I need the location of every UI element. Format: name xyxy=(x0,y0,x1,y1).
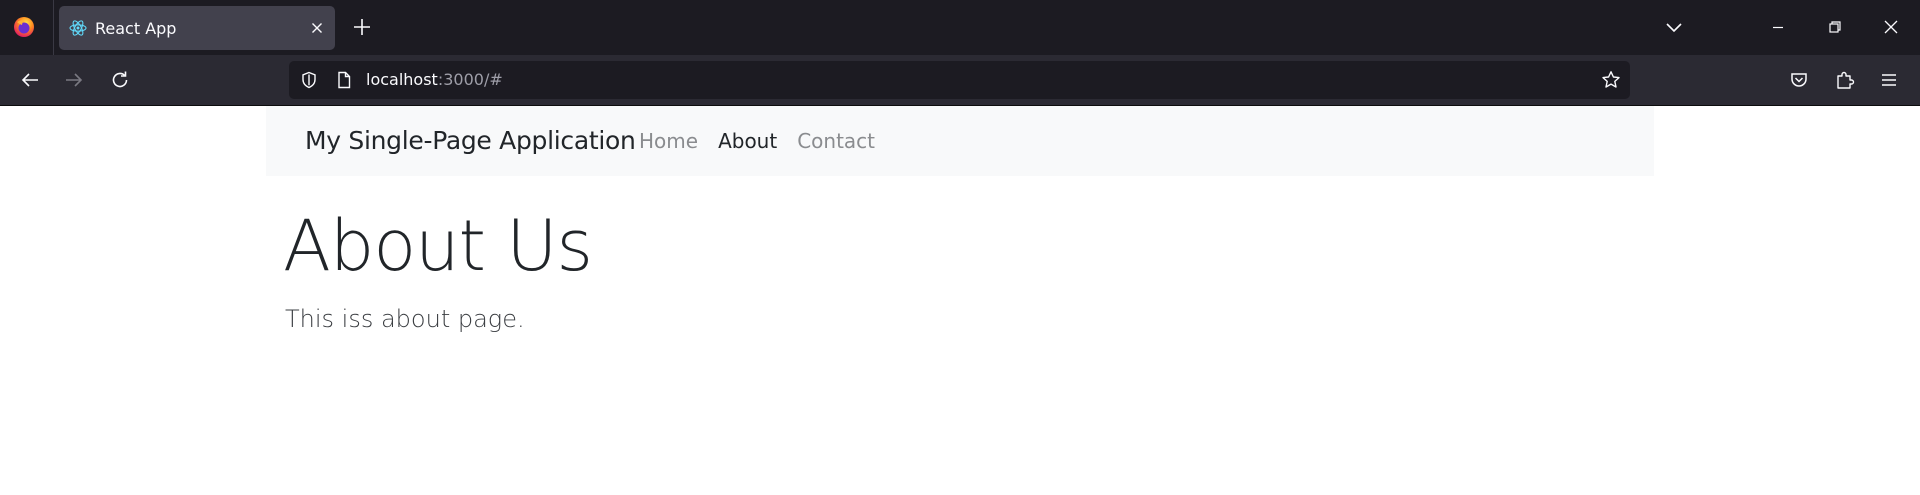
browser-toolbar: localhost:3000/# xyxy=(0,55,1920,105)
back-arrow-icon[interactable] xyxy=(19,69,41,91)
address-bar[interactable]: localhost:3000/# xyxy=(289,61,1630,99)
browser-tab-strip: React App xyxy=(0,0,1920,55)
site-navbar: My Single-Page Application Home About Co… xyxy=(266,106,1654,176)
close-icon[interactable] xyxy=(309,20,325,36)
page-icon[interactable] xyxy=(336,71,352,89)
bookmark-star-icon[interactable] xyxy=(1601,70,1621,90)
list-all-tabs-chevron-down-icon[interactable] xyxy=(1663,16,1685,38)
menu-hamburger-icon[interactable] xyxy=(1878,69,1900,91)
url-host: localhost xyxy=(366,70,438,89)
shield-icon[interactable] xyxy=(300,71,318,89)
react-icon xyxy=(69,19,87,37)
pocket-icon[interactable] xyxy=(1788,69,1810,91)
nav-link-contact[interactable]: Contact xyxy=(797,129,875,153)
extensions-puzzle-icon[interactable] xyxy=(1834,69,1856,91)
tab-title: React App xyxy=(95,19,177,38)
tab-react-app[interactable]: React App xyxy=(59,6,335,50)
page-title: About Us xyxy=(283,205,593,287)
navbar-brand[interactable]: My Single-Page Application xyxy=(305,126,636,155)
page-body-text: This iss about page. xyxy=(285,305,525,333)
close-window-icon[interactable] xyxy=(1880,16,1902,38)
new-tab-plus-icon[interactable] xyxy=(351,16,373,38)
restore-icon[interactable] xyxy=(1824,16,1846,38)
reload-icon[interactable] xyxy=(109,69,131,91)
nav-links: Home About Contact xyxy=(639,129,875,153)
nav-link-home[interactable]: Home xyxy=(639,129,698,153)
url-text[interactable]: localhost:3000/# xyxy=(366,70,503,89)
firefox-logo-icon[interactable] xyxy=(13,16,35,38)
url-path: :3000/# xyxy=(437,70,503,89)
nav-link-about[interactable]: About xyxy=(718,129,777,153)
minimize-icon[interactable] xyxy=(1767,16,1789,38)
forward-arrow-icon[interactable] xyxy=(63,69,85,91)
tab-separator xyxy=(53,0,54,55)
